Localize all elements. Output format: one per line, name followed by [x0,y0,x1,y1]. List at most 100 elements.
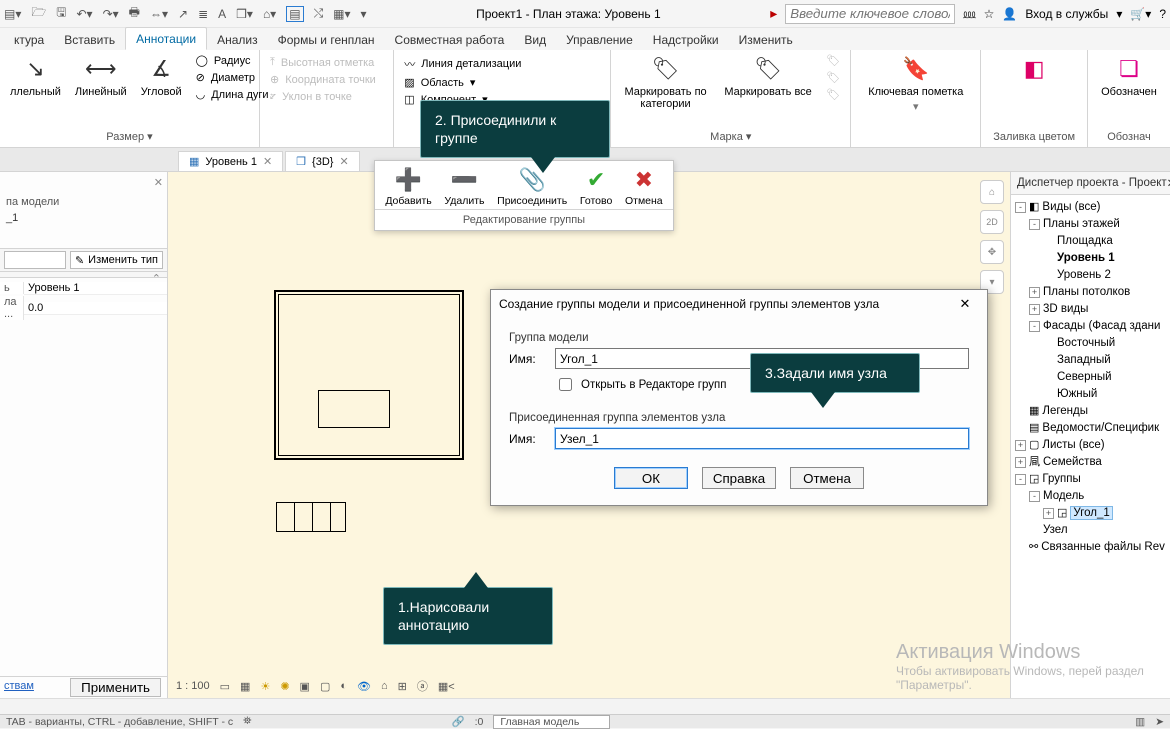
close-icon[interactable]: ✕ [154,176,163,189]
infocenter-icon[interactable]: ⅏ [963,5,975,22]
tree-node-6[interactable]: +3D виды [1015,301,1168,318]
tree-node-3[interactable]: Уровень 1 [1015,250,1168,267]
props-help-link[interactable]: ствам [4,680,34,692]
open-icon[interactable]: 🗁 [31,3,46,24]
thin-lines-icon[interactable]: ≣ [198,7,208,21]
help-button[interactable]: Справка [702,467,776,489]
region[interactable]: ▨Область ▾ [404,76,600,89]
apply-button[interactable]: Применить [70,678,161,697]
fill-color[interactable]: ◧ [1003,54,1065,84]
keynote[interactable]: 🔖Ключевая пометка▾ [861,54,970,113]
status-icon[interactable]: ⛯ [243,715,251,728]
tree-node-15[interactable]: +凬Семейства [1015,454,1168,471]
close-tab-icon[interactable]: ✕ [339,155,348,168]
tree-node-18[interactable]: +◲Угол_1 [1015,505,1168,522]
tree-node-12[interactable]: ▦Легенды [1015,403,1168,420]
tag-by-category[interactable]: 🏷Маркировать по категории [621,54,710,110]
section-icon[interactable]: ⌂▾ [263,7,276,21]
cursor-icon[interactable]: ➤ [1155,716,1164,728]
detail-line[interactable]: 〰Линия детализации [404,56,600,72]
exchange-icon[interactable]: 🛒▾ [1130,7,1151,21]
group-tool-Добавить[interactable]: ➕Добавить [383,167,433,207]
undo-icon[interactable]: ↶▾ [77,7,93,21]
tag-all[interactable]: 🏷Маркировать все [724,54,813,98]
status-sel[interactable]: 🔗 [452,715,465,728]
expand-icon[interactable]: - [1029,491,1040,502]
save-icon[interactable]: 🖫 [56,3,66,24]
close-tab-icon[interactable]: ✕ [263,155,272,168]
symbol[interactable]: ❏Обозначен [1098,54,1160,98]
expand-icon[interactable]: - [1015,474,1026,485]
dim-caption[interactable]: Размер ▾ [10,128,249,147]
nav-home-icon[interactable]: ⌂ [980,180,1004,204]
dialog-close-icon[interactable]: ✕ [951,296,979,312]
mark-caption[interactable]: Марка ▾ [621,128,840,147]
prop-val-0[interactable]: Уровень 1 [24,282,167,295]
comm-icon[interactable]: ☆ [984,7,995,21]
menu-tab-7[interactable]: Управление [556,29,643,50]
help-icon[interactable]: ? [1159,7,1166,21]
filter-icon[interactable]: ▥ [1135,716,1145,728]
tree-node-4[interactable]: Уровень 2 [1015,267,1168,284]
expand-icon[interactable]: + [1015,440,1026,451]
highlight-icon[interactable]: ▦< [438,680,455,693]
tree-node-17[interactable]: -Модель [1015,488,1168,505]
prop-val-1[interactable]: 0.0 [24,302,167,315]
menu-tab-0[interactable]: ктура [4,29,54,50]
crop-view-icon[interactable]: ▣ [300,680,310,693]
print-icon[interactable]: 🖶 [129,3,140,24]
text-icon[interactable]: A [218,7,226,21]
nav-2d-icon[interactable]: 2D [980,210,1004,234]
dim-radius[interactable]: ◯Радиус [196,54,269,67]
tree-node-0[interactable]: -◧Виды (все) [1015,199,1168,216]
expand-icon[interactable]: + [1029,287,1040,298]
worksharing-icon[interactable]: ⌂ [381,680,388,692]
sun-path-icon[interactable]: ☀ [260,680,270,693]
scale-label[interactable]: 1 : 100 [176,680,210,692]
detail-group-name-input[interactable] [555,428,969,449]
group-tool-Отмена[interactable]: ✖Отмена [623,167,665,207]
nav-wheel-icon[interactable]: ✥ [980,240,1004,264]
visual-style-icon[interactable]: ▦ [240,680,250,693]
dim-parallel[interactable]: ↘ллельный [10,54,61,98]
menu-tab-8[interactable]: Надстройки [643,29,729,50]
tree-node-11[interactable]: Южный [1015,386,1168,403]
expand-icon[interactable]: + [1015,457,1026,468]
crop-region-icon[interactable]: ▢ [320,680,330,693]
detail-level-icon[interactable]: ▭ [220,680,230,693]
menu-tab-1[interactable]: Вставить [54,29,125,50]
type-dropdown[interactable] [4,251,66,269]
dim-arc[interactable]: ◡Длина дуги [196,88,269,101]
dim-angular[interactable]: ∡Угловой [141,54,182,98]
menu-tab-9[interactable]: Изменить [729,29,803,50]
shadows-icon[interactable]: ✺ [280,680,289,693]
customize-qat-icon[interactable]: ▾ [361,7,367,21]
menu-tab-6[interactable]: Вид [514,29,556,50]
signin-label[interactable]: Вход в службы [1025,7,1108,21]
menu-tab-4[interactable]: Формы и генплан [268,29,385,50]
menu-tab-3[interactable]: Анализ [207,29,268,50]
expand-icon[interactable]: - [1029,219,1040,230]
main-model-dropdown[interactable]: Главная модель [493,715,610,729]
reveal-hidden-icon[interactable]: 👁 [357,680,371,693]
tree-node-20[interactable]: ⚯Связанные файлы Rev [1015,539,1168,556]
tree-node-2[interactable]: Площадка [1015,233,1168,250]
temp-hide-icon[interactable]: ◐ [340,680,347,692]
analytical-icon[interactable]: ⓐ [417,678,428,694]
signin-caret[interactable]: ▾ [1116,7,1122,21]
expand-icon[interactable]: + [1029,304,1040,315]
signin-icon[interactable]: 👤 [1002,7,1017,21]
redo-icon[interactable]: ↷▾ [103,7,119,21]
reveal-constraints-icon[interactable]: ⊞ [398,680,407,693]
measure-icon[interactable]: ⇔▾ [150,7,168,21]
tree-node-1[interactable]: -Планы этажей [1015,216,1168,233]
switch-windows-icon[interactable]: ▦▾ [333,7,350,21]
close-hidden-icon[interactable]: ▤ [286,6,303,22]
tree-node-19[interactable]: Узел [1015,522,1168,539]
tree-node-13[interactable]: ▤Ведомости/Специфик [1015,420,1168,437]
tree-node-14[interactable]: +▢Листы (все) [1015,437,1168,454]
expand-icon[interactable]: - [1029,321,1040,332]
dim-diameter[interactable]: ⊘Диаметр [196,71,269,84]
tree-node-9[interactable]: Западный [1015,352,1168,369]
ok-button[interactable]: ОК [614,467,688,489]
